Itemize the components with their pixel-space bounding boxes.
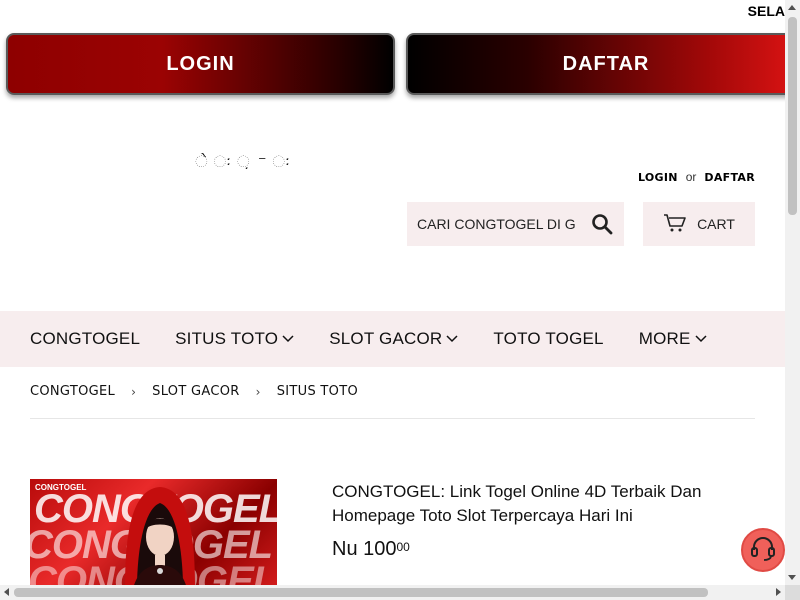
breadcrumb-item: SITUS TOTO xyxy=(276,384,358,399)
search-input[interactable] xyxy=(417,216,582,232)
cart-button[interactable]: CART xyxy=(643,202,755,246)
nav-item-situs-toto[interactable]: SITUS TOTO xyxy=(175,329,294,349)
product-title: CONGTOGEL: Link Togel Online 4D Terbaik … xyxy=(332,482,702,525)
scroll-down-icon[interactable] xyxy=(788,575,796,580)
nav-item-label: SITUS TOTO xyxy=(175,329,279,348)
support-chat-button[interactable] xyxy=(741,528,785,572)
breadcrumb-separator: › xyxy=(255,384,261,399)
breadcrumb-divider xyxy=(30,418,755,419)
daftar-cta-button[interactable]: DAFTAR xyxy=(406,33,785,95)
breadcrumb: CONGTOGEL › SLOT GACOR › SITUS TOTO xyxy=(30,384,358,399)
nav-item-congtogel[interactable]: CONGTOGEL xyxy=(30,329,140,349)
scroll-left-icon[interactable] xyxy=(4,588,9,596)
model-figure xyxy=(125,487,195,585)
vertical-scroll-thumb[interactable] xyxy=(788,17,797,215)
search-bar xyxy=(407,202,624,246)
chevron-down-icon xyxy=(695,335,707,343)
horizontal-scroll-thumb[interactable] xyxy=(14,588,708,597)
breadcrumb-separator: › xyxy=(131,384,137,399)
nav-item-label: SLOT GACOR xyxy=(329,329,443,348)
scroll-up-icon[interactable] xyxy=(788,5,796,10)
cart-label: CART xyxy=(697,216,735,232)
site-logo[interactable]: ે ઃ ઼ ⁻ ઃ xyxy=(195,152,292,172)
breadcrumb-item[interactable]: CONGTOGEL xyxy=(30,384,115,399)
cart-icon xyxy=(663,213,687,236)
account-login-link[interactable]: LOGIN xyxy=(638,171,678,184)
account-links: LOGIN or DAFTAR xyxy=(638,170,755,184)
product-price: Nu 10000 xyxy=(332,538,410,561)
scroll-right-icon[interactable] xyxy=(776,588,781,596)
breadcrumb-item[interactable]: SLOT GACOR xyxy=(152,384,239,399)
marquee-text: SELA xyxy=(747,3,785,19)
nav-item-label: MORE xyxy=(638,329,691,348)
horizontal-scrollbar[interactable] xyxy=(0,585,785,600)
nav-item-slot-gacor[interactable]: SLOT GACOR xyxy=(329,329,458,349)
login-cta-button[interactable]: LOGIN xyxy=(6,33,395,95)
search-icon[interactable] xyxy=(590,212,614,236)
chevron-down-icon xyxy=(282,335,294,343)
page-viewport: SELA LOGIN DAFTAR ે ઃ ઼ ⁻ ઃ LOGIN or DAF… xyxy=(0,0,785,585)
nav-item-label: TOTO TOGEL xyxy=(493,329,604,348)
main-navbar: CONGTOGEL SITUS TOTO SLOT GACOR TOTO TOG… xyxy=(0,311,785,367)
cta-row: LOGIN DAFTAR xyxy=(6,33,785,95)
nav-item-toto-togel[interactable]: TOTO TOGEL xyxy=(493,329,603,349)
scrollbar-corner xyxy=(785,585,800,600)
headset-icon xyxy=(749,534,777,567)
vertical-scrollbar[interactable] xyxy=(785,0,800,585)
account-or-text: or xyxy=(685,170,697,184)
chevron-down-icon xyxy=(446,335,458,343)
nav-item-more[interactable]: MORE xyxy=(639,329,707,349)
price-main: Nu 100 xyxy=(332,538,397,560)
nav-item-label: CONGTOGEL xyxy=(30,329,141,348)
account-daftar-link[interactable]: DAFTAR xyxy=(704,171,755,184)
price-cents: 00 xyxy=(396,540,410,554)
product-image[interactable]: CONGTOGEL CONGTOGEL CONGTOGEL CONGTOGEL xyxy=(30,479,277,585)
